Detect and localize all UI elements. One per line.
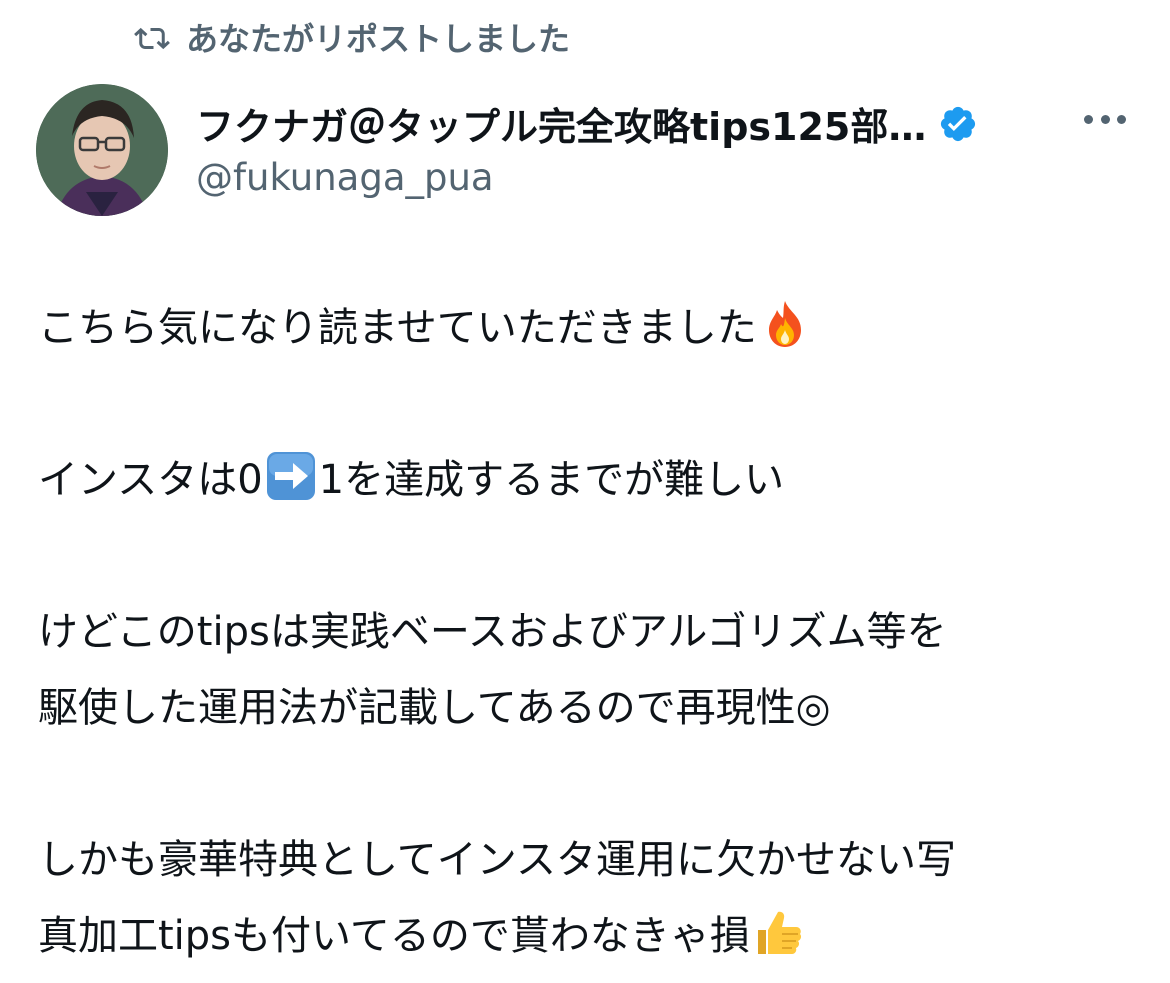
tweet-line: こちら気になり読ませていただきました: [38, 290, 1148, 366]
more-options-icon[interactable]: [1084, 104, 1126, 134]
author-display-name[interactable]: フクナガ＠タップル完全攻略tips125部…: [196, 96, 926, 151]
tweet-text-segment: こちら気になり読ませていただきました: [38, 305, 757, 351]
tweet-text-segment: インスタは0: [38, 457, 263, 503]
tweet-line: インスタは0 1を達成するまでが難しい: [38, 442, 1148, 518]
tweet-line: 駆使した運用法が記載してあるので再現性◎: [38, 685, 831, 731]
thumbs-up-emoji-icon: [752, 906, 804, 958]
author-handle[interactable]: @fukunaga_pua: [196, 156, 494, 199]
fire-emoji-icon: [759, 298, 811, 350]
tweet-text-segment: 真加工tipsも付いてるので貰わなきゃ損: [38, 913, 750, 959]
repost-indicator[interactable]: あなたがリポストしました: [132, 14, 570, 60]
tweet-line: けどこのtipsは実践ベースおよびアルゴリズム等を: [38, 609, 947, 655]
avatar[interactable]: [36, 84, 168, 216]
tweet-line: 真加工tipsも付いてるので貰わなきゃ損: [38, 898, 1148, 974]
verified-badge-icon: [938, 104, 978, 144]
author-name-row: フクナガ＠タップル完全攻略tips125部…: [196, 96, 1146, 151]
repost-label: あなたがリポストしました: [186, 20, 571, 58]
right-arrow-emoji-icon: [265, 450, 317, 502]
tweet-line: しかも豪華特典としてインスタ運用に欠かせない写: [38, 837, 956, 883]
tweet-text-segment: 1を達成するまでが難しい: [318, 457, 785, 503]
repost-icon: [132, 17, 172, 57]
tweet-text: こちら気になり読ませていただきました インスタは0 1を達成するまでが難しい け…: [38, 290, 1148, 974]
